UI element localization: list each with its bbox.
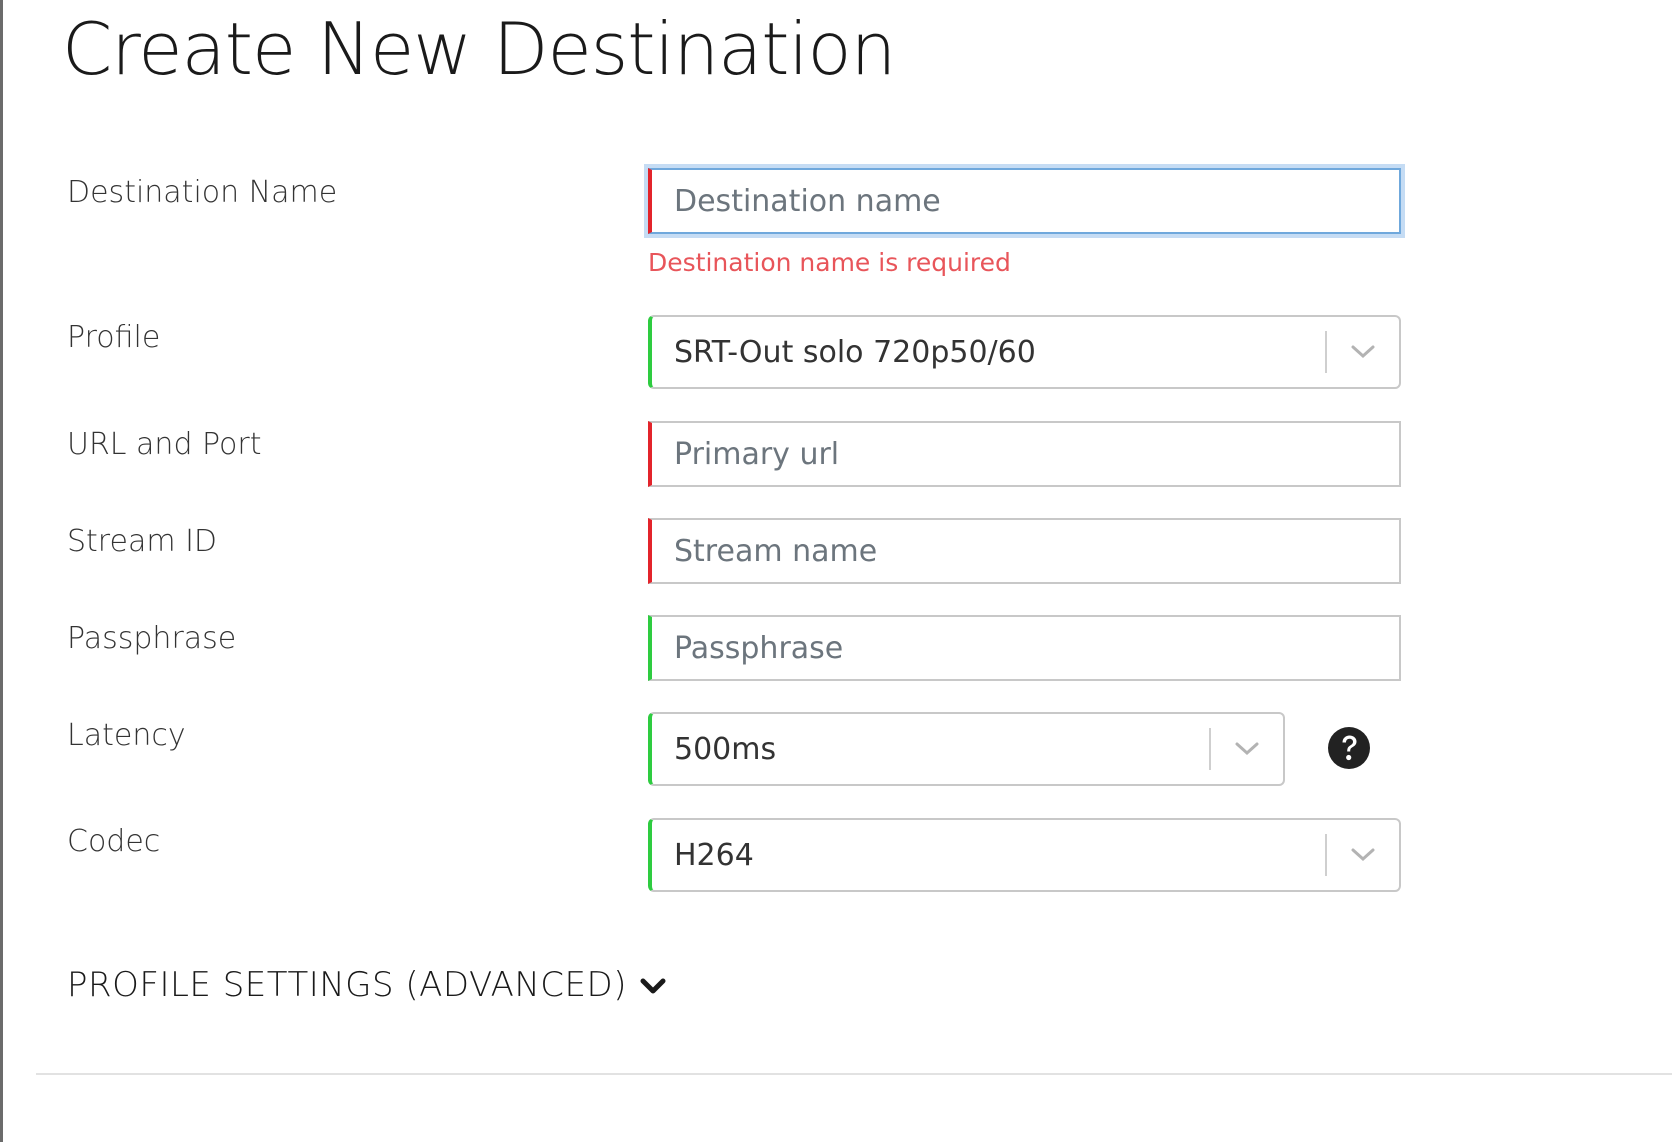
destination-name-error: Destination name is required (648, 248, 1011, 277)
profile-settings-advanced-toggle[interactable]: PROFILE SETTINGS (ADVANCED) (67, 963, 667, 1007)
codec-label: Codec (67, 824, 161, 859)
latency-select-indicator[interactable] (1209, 714, 1283, 784)
chevron-down-icon[interactable] (1327, 344, 1399, 360)
left-border (0, 0, 3, 1142)
passphrase-input[interactable]: Passphrase (648, 615, 1401, 681)
passphrase-placeholder: Passphrase (674, 630, 844, 666)
chevron-down-icon[interactable] (1327, 847, 1399, 863)
stream-id-placeholder: Stream name (674, 533, 878, 569)
destination-name-input[interactable]: Destination name (644, 164, 1405, 238)
destination-name-label: Destination Name (67, 175, 338, 210)
latency-selected-value: 500ms (674, 731, 777, 767)
profile-select[interactable]: SRT-Out solo 720p50/60 (648, 315, 1401, 389)
url-port-input[interactable]: Primary url (648, 421, 1401, 487)
latency-select[interactable]: 500ms (648, 712, 1285, 786)
stream-id-input[interactable]: Stream name (648, 518, 1401, 584)
advanced-toggle-label: PROFILE SETTINGS (ADVANCED) (67, 965, 627, 1005)
passphrase-label: Passphrase (67, 621, 237, 656)
profile-label: Profile (67, 320, 161, 355)
chevron-down-icon[interactable] (1211, 741, 1283, 757)
url-port-placeholder: Primary url (674, 436, 840, 472)
chevron-down-icon[interactable] (639, 977, 667, 1001)
stream-id-label: Stream ID (67, 524, 218, 559)
profile-selected-value: SRT-Out solo 720p50/60 (674, 334, 1036, 370)
destination-name-placeholder: Destination name (674, 183, 941, 219)
latency-label: Latency (67, 718, 186, 753)
codec-select-indicator[interactable] (1325, 820, 1399, 890)
codec-select[interactable]: H264 (648, 818, 1401, 892)
url-port-label: URL and Port (67, 427, 262, 462)
divider (36, 1073, 1672, 1075)
codec-selected-value: H264 (674, 837, 754, 873)
question-circle-icon[interactable] (1327, 726, 1371, 770)
profile-select-indicator[interactable] (1325, 317, 1399, 387)
page-title: Create New Destination (62, 7, 896, 91)
